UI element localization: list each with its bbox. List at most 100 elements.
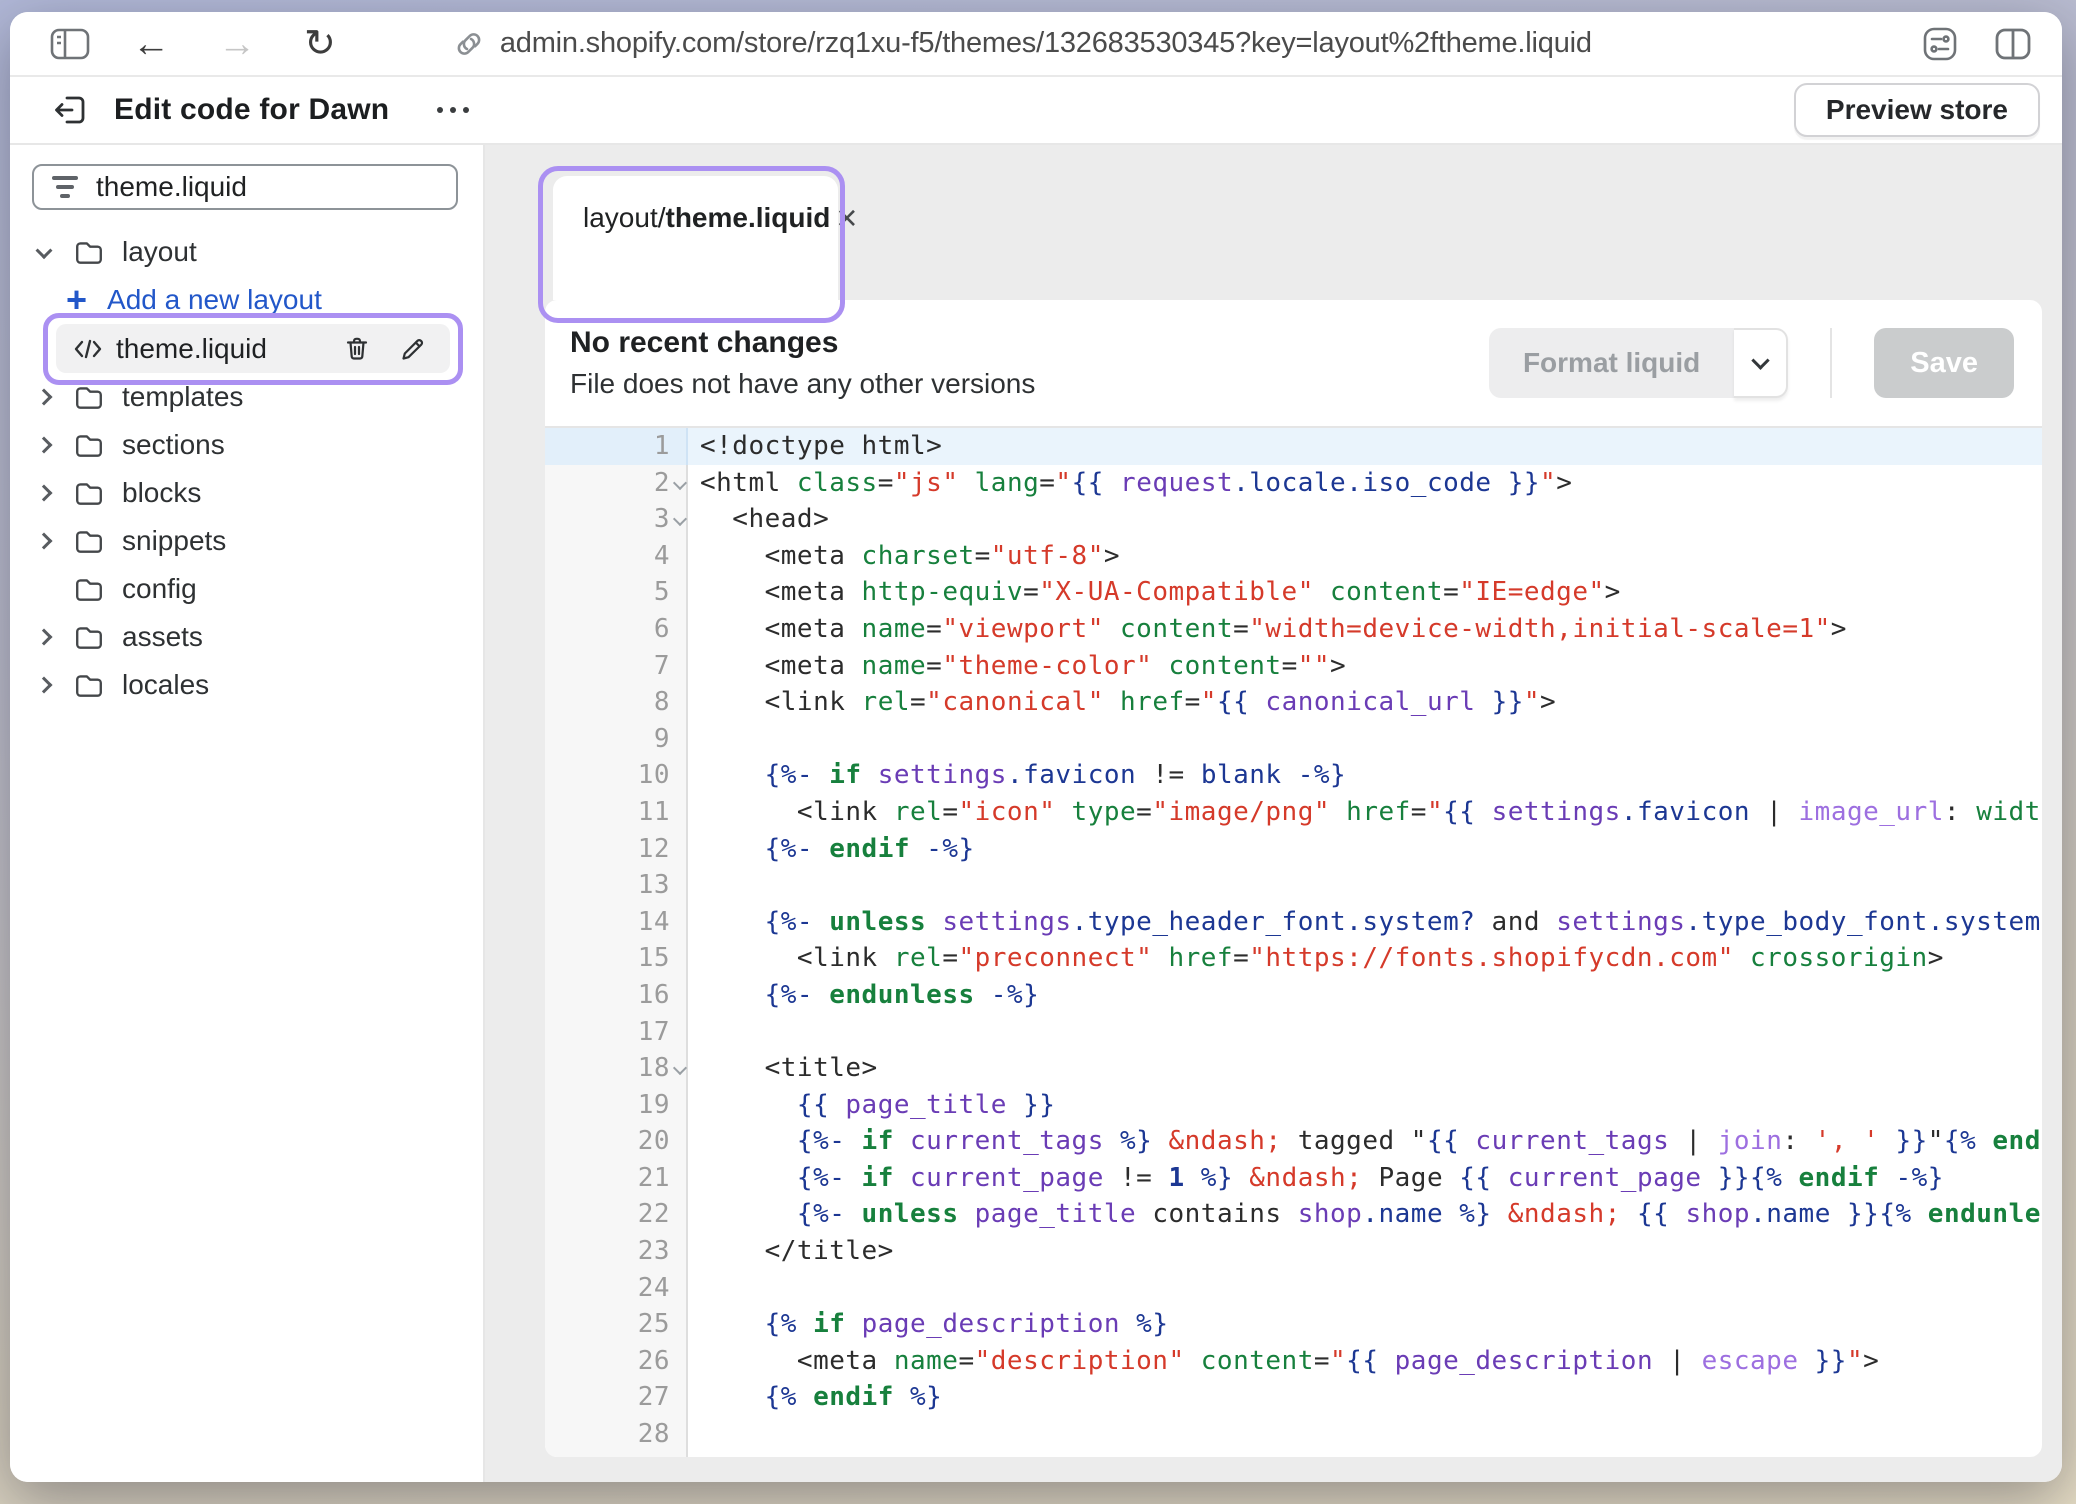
code-text[interactable]: <head>	[688, 501, 2042, 538]
sidebar-item-layout[interactable]: layout	[10, 228, 483, 276]
code-line[interactable]: 19 {{ page_title }}	[545, 1087, 2042, 1124]
fold-toggle-icon[interactable]	[673, 1061, 687, 1075]
forward-icon[interactable]: →	[218, 25, 256, 63]
code-text[interactable]: <link rel="icon" type="image/png" href="…	[688, 794, 2042, 831]
code-text[interactable]: <html class="js" lang="{{ request.locale…	[688, 465, 2042, 502]
code-line[interactable]: 4 <meta charset="utf-8">	[545, 538, 2042, 575]
code-text[interactable]: <meta name="viewport" content="width=dev…	[688, 611, 2042, 648]
url-text[interactable]: admin.shopify.com/store/rzq1xu-f5/themes…	[500, 27, 1592, 60]
code-text[interactable]: {%- endunless -%}	[688, 977, 2042, 1014]
code-text[interactable]: <meta name="description" content="{{ pag…	[688, 1343, 2042, 1380]
code-editor[interactable]: 1<!doctype html>2<html class="js" lang="…	[545, 428, 2042, 1457]
chevron-right-icon[interactable]	[36, 389, 53, 406]
code-text[interactable]: <title>	[688, 1050, 2042, 1087]
chevron-right-icon[interactable]	[36, 485, 53, 502]
sidebar-item-sections[interactable]: sections	[10, 421, 483, 469]
file-search-box[interactable]	[32, 164, 458, 210]
code-text[interactable]: <meta charset="utf-8">	[688, 538, 2042, 575]
code-text[interactable]: {% endif %}	[688, 1379, 2042, 1416]
code-line[interactable]: 24	[545, 1270, 2042, 1307]
code-text[interactable]: {%- if current_tags %} &ndash; tagged "{…	[688, 1123, 2042, 1160]
code-line[interactable]: 23 </title>	[545, 1233, 2042, 1270]
sidebar-item-assets[interactable]: assets	[10, 613, 483, 661]
code-line[interactable]: 7 <meta name="theme-color" content="">	[545, 648, 2042, 685]
preview-store-button[interactable]: Preview store	[1794, 83, 2040, 137]
code-line[interactable]: 17	[545, 1014, 2042, 1051]
sidebar-item-templates[interactable]: templates	[10, 373, 483, 421]
code-text[interactable]: {%- if settings.favicon != blank -%}	[688, 757, 2042, 794]
code-text[interactable]: <link rel="canonical" href="{{ canonical…	[688, 684, 2042, 721]
code-text[interactable]: {%- unless page_title contains shop.name…	[688, 1196, 2042, 1233]
add-new-layout-button[interactable]: +Add a new layout	[10, 276, 483, 324]
sidebar-item-locales[interactable]: locales	[10, 661, 483, 709]
code-text[interactable]: {% if page_description %}	[688, 1306, 2042, 1343]
sidebar-toggle-icon[interactable]	[50, 27, 90, 61]
delete-icon[interactable]	[340, 332, 374, 366]
code-line[interactable]: 27 {% endif %}	[545, 1379, 2042, 1416]
code-text[interactable]: {% render 'meta-tags' %}	[688, 1453, 2042, 1457]
page-settings-icon[interactable]	[1920, 26, 1960, 62]
sidebar-item-theme-liquid[interactable]: theme.liquid	[56, 324, 450, 373]
format-liquid-button[interactable]: Format liquid	[1489, 328, 1734, 398]
code-text[interactable]: </title>	[688, 1233, 2042, 1270]
code-line[interactable]: 29 {% render 'meta-tags' %}	[545, 1453, 2042, 1457]
code-line[interactable]: 6 <meta name="viewport" content="width=d…	[545, 611, 2042, 648]
code-text[interactable]: {%- endif -%}	[688, 831, 2042, 868]
fold-toggle-icon[interactable]	[673, 512, 687, 526]
reload-icon[interactable]: ↻	[304, 25, 336, 63]
code-line[interactable]: 13	[545, 867, 2042, 904]
exit-icon[interactable]	[52, 92, 88, 128]
code-text[interactable]: <link rel="preconnect" href="https://fon…	[688, 940, 2042, 977]
code-line[interactable]: 5 <meta http-equiv="X-UA-Compatible" con…	[545, 574, 2042, 611]
code-text[interactable]	[688, 1014, 2042, 1051]
code-text[interactable]	[688, 867, 2042, 904]
code-text[interactable]	[688, 1416, 2042, 1453]
chevron-right-icon[interactable]	[36, 677, 53, 694]
format-options-dropdown[interactable]	[1734, 328, 1788, 398]
more-actions-icon[interactable]	[427, 97, 479, 123]
fold-toggle-icon[interactable]	[673, 476, 687, 490]
url-bar[interactable]: admin.shopify.com/store/rzq1xu-f5/themes…	[454, 27, 1592, 60]
code-text[interactable]	[688, 1270, 2042, 1307]
code-line[interactable]: 28	[545, 1416, 2042, 1453]
split-view-icon[interactable]	[1994, 27, 2032, 61]
code-line[interactable]: 14 {%- unless settings.type_header_font.…	[545, 904, 2042, 941]
code-text[interactable]: {%- unless settings.type_header_font.sys…	[688, 904, 2042, 941]
search-input[interactable]	[96, 171, 438, 203]
code-text[interactable]	[688, 721, 2042, 758]
code-text[interactable]: <meta http-equiv="X-UA-Compatible" conte…	[688, 574, 2042, 611]
code-line[interactable]: 10 {%- if settings.favicon != blank -%}	[545, 757, 2042, 794]
code-line[interactable]: 9	[545, 721, 2042, 758]
code-text[interactable]: <!doctype html>	[688, 428, 2042, 465]
code-line[interactable]: 2<html class="js" lang="{{ request.local…	[545, 465, 2042, 502]
code-line[interactable]: 26 <meta name="description" content="{{ …	[545, 1343, 2042, 1380]
code-line[interactable]: 16 {%- endunless -%}	[545, 977, 2042, 1014]
rename-icon[interactable]	[396, 332, 430, 366]
code-line[interactable]: 8 <link rel="canonical" href="{{ canonic…	[545, 684, 2042, 721]
code-line[interactable]: 12 {%- endif -%}	[545, 831, 2042, 868]
sidebar-item-config[interactable]: config	[10, 565, 483, 613]
code-line[interactable]: 22 {%- unless page_title contains shop.n…	[545, 1196, 2042, 1233]
code-text[interactable]: {%- if current_page != 1 %} &ndash; Page…	[688, 1160, 2042, 1197]
code-line[interactable]: 25 {% if page_description %}	[545, 1306, 2042, 1343]
chevron-right-icon[interactable]	[36, 437, 53, 454]
sidebar-item-blocks[interactable]: blocks	[10, 469, 483, 517]
chevron-right-icon[interactable]	[36, 629, 53, 646]
sidebar-item-snippets[interactable]: snippets	[10, 517, 483, 565]
code-text[interactable]: {{ page_title }}	[688, 1087, 2042, 1124]
save-button[interactable]: Save	[1874, 328, 2014, 398]
code-text[interactable]: <meta name="theme-color" content="">	[688, 648, 2042, 685]
code-line[interactable]: 3 <head>	[545, 501, 2042, 538]
code-line[interactable]: 21 {%- if current_page != 1 %} &ndash; P…	[545, 1160, 2042, 1197]
code-line[interactable]: 15 <link rel="preconnect" href="https://…	[545, 940, 2042, 977]
tab-theme-liquid[interactable]: layout/theme.liquid ×	[553, 176, 838, 300]
code-line[interactable]: 1<!doctype html>	[545, 428, 2042, 465]
close-icon[interactable]: ×	[830, 196, 863, 240]
code-line[interactable]: 20 {%- if current_tags %} &ndash; tagged…	[545, 1123, 2042, 1160]
code-line[interactable]: 11 <link rel="icon" type="image/png" hre…	[545, 794, 2042, 831]
chevron-right-icon[interactable]	[36, 533, 53, 550]
back-icon[interactable]: ←	[132, 25, 170, 63]
code-line[interactable]: 18 <title>	[545, 1050, 2042, 1087]
chevron-down-icon[interactable]	[36, 242, 53, 259]
format-liquid-split-button: Format liquid	[1489, 328, 1788, 398]
